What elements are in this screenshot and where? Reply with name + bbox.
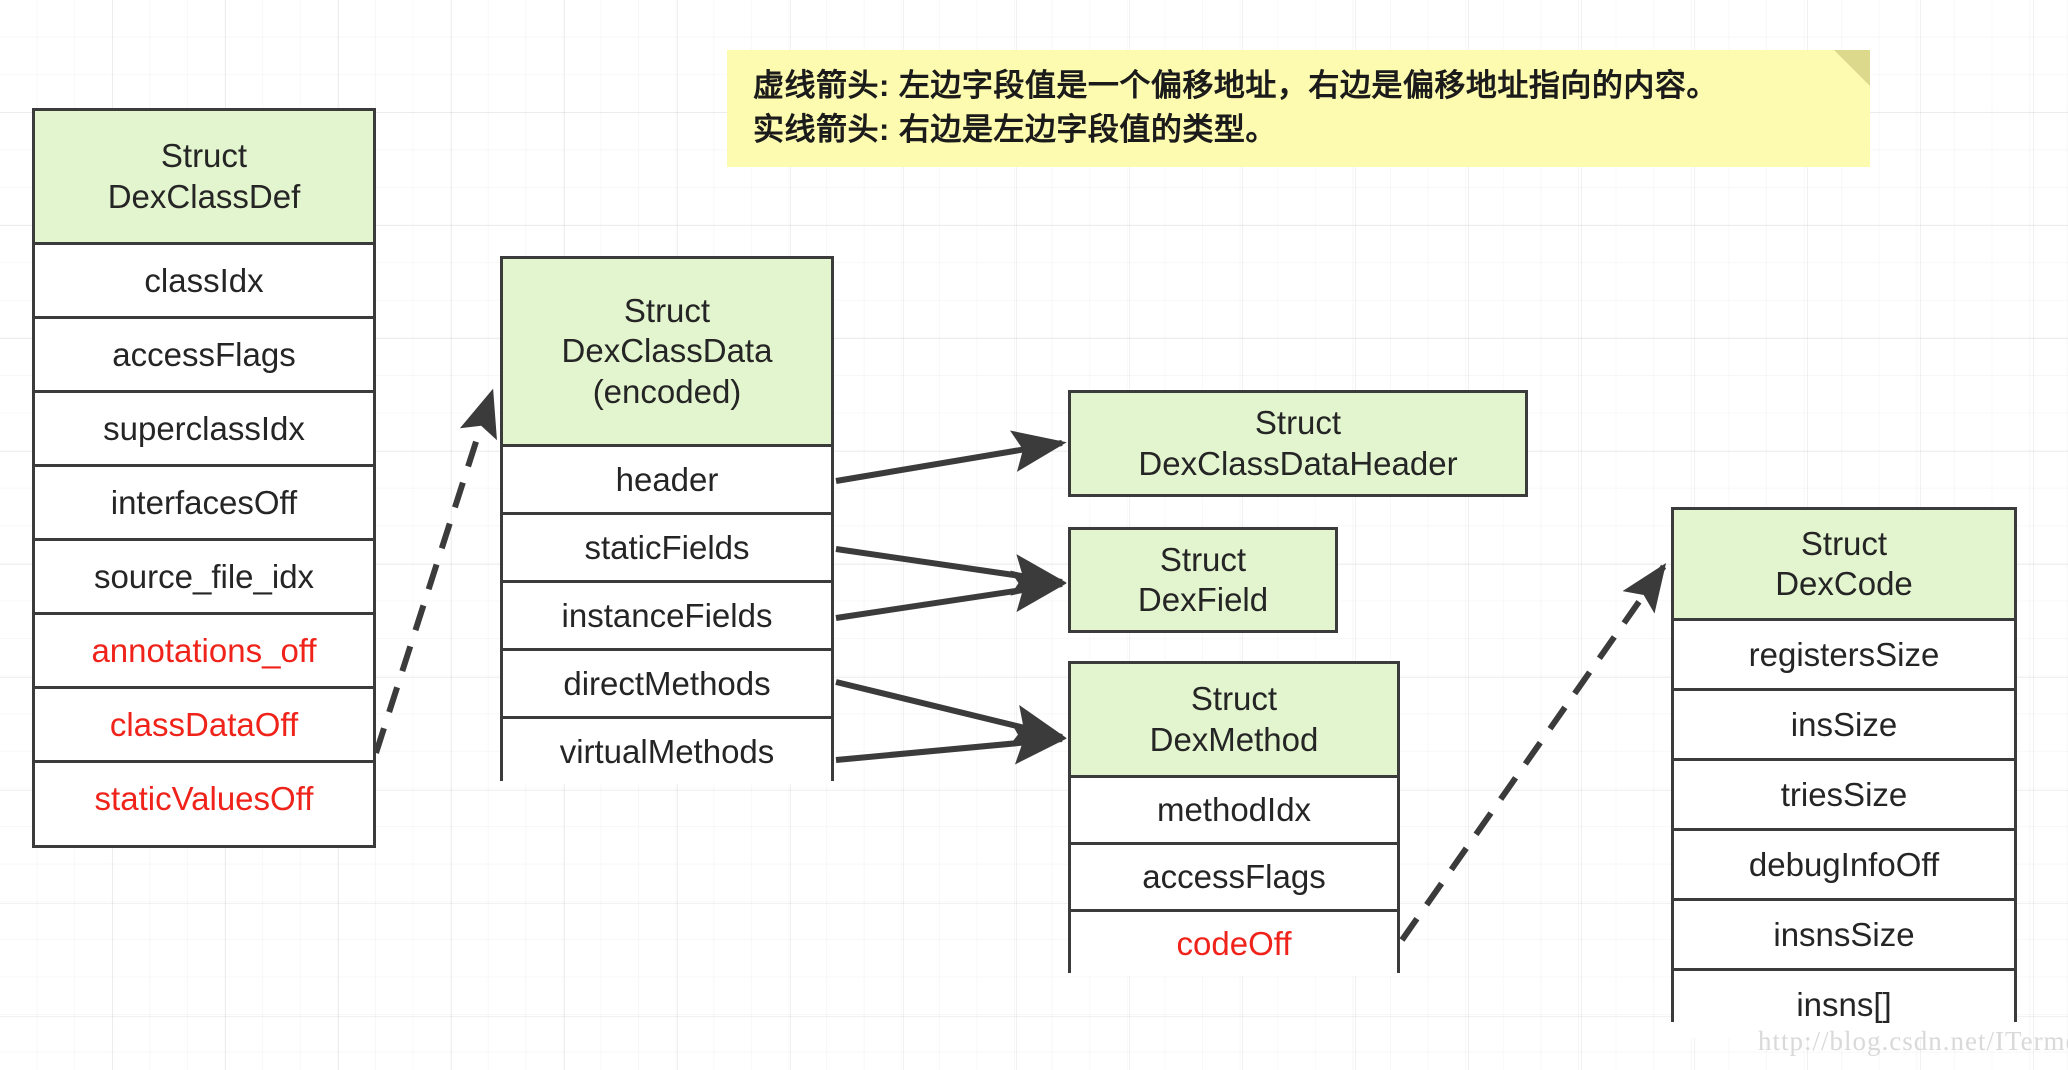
field-methodidx: methodIdx <box>1071 778 1397 845</box>
field-staticfields: staticFields <box>503 515 831 583</box>
field-annotations-off: annotations_off <box>35 615 373 689</box>
field-accessflags: accessFlags <box>35 319 373 393</box>
struct-dexclassdata: Struct DexClassData (encoded) header sta… <box>500 256 834 784</box>
field-header: header <box>503 447 831 515</box>
field-virtualmethods: virtualMethods <box>503 719 831 784</box>
struct-dexcode: Struct DexCode registersSize insSize tri… <box>1671 507 2017 1038</box>
struct-dexmethod: Struct DexMethod methodIdx accessFlags c… <box>1068 661 1400 976</box>
struct-dexfield: Struct DexField <box>1068 527 1338 633</box>
field-interfacesoff: interfacesOff <box>35 467 373 541</box>
diagram-canvas: 虚线箭头: 左边字段值是一个偏移地址，右边是偏移地址指向的内容。 实线箭头: 右… <box>0 0 2068 1070</box>
legend-line-dashed: 虚线箭头: 左边字段值是一个偏移地址，右边是偏移地址指向的内容。 <box>753 68 1718 103</box>
field-directmethods: directMethods <box>503 651 831 719</box>
field-classidx: classIdx <box>35 245 373 319</box>
struct-dexclassdata-title-2: (encoded) <box>592 372 742 410</box>
struct-dexclassdataheader-title-1: DexClassDataHeader <box>1138 444 1458 482</box>
struct-dexclassdataheader: Struct DexClassDataHeader <box>1068 390 1528 497</box>
field-triessize: triesSize <box>1674 761 2014 831</box>
struct-dexmethod-title-1: DexMethod <box>1149 720 1319 758</box>
edge-virtualmethods-to-dexmethod <box>835 722 1067 765</box>
struct-dexcode-header: Struct DexCode <box>1674 510 2014 621</box>
edge-staticfields-to-dexfield <box>835 546 1067 596</box>
struct-dexmethod-title-0: Struct <box>1190 680 1278 718</box>
edge-instancefields-to-dexfield <box>835 570 1067 621</box>
field-instancefields: instanceFields <box>503 583 831 651</box>
struct-dexclassdef-title-0: Struct <box>160 137 248 175</box>
struct-dexclassdef-title-1: DexClassDef <box>107 177 301 215</box>
struct-dexclassdata-header: Struct DexClassData (encoded) <box>503 259 831 447</box>
field-debuginfooff: debugInfoOff <box>1674 831 2014 901</box>
field-registerssize: registersSize <box>1674 621 2014 691</box>
legend-note: 虚线箭头: 左边字段值是一个偏移地址，右边是偏移地址指向的内容。 实线箭头: 右… <box>727 50 1870 167</box>
field-staticvaluesoff: staticValuesOff <box>35 763 373 834</box>
struct-dexclassdata-title-0: Struct <box>623 292 711 330</box>
edge-directmethods-to-dexmethod <box>835 679 1067 746</box>
field-superclassidx: superclassIdx <box>35 393 373 467</box>
struct-dexfield-title-1: DexField <box>1137 581 1269 618</box>
struct-dexcode-title-0: Struct <box>1800 524 1888 562</box>
field-inssize: insSize <box>1674 691 2014 761</box>
legend-line-solid: 实线箭头: 右边是左边字段值的类型。 <box>753 112 1277 148</box>
field-dexmethod-accessflags: accessFlags <box>1071 845 1397 912</box>
edge-classdataoff-to-dexclassdata <box>373 388 497 754</box>
field-source-file-idx: source_file_idx <box>35 541 373 615</box>
struct-dexfield-title-0: Struct <box>1159 540 1247 578</box>
struct-dexcode-title-1: DexCode <box>1775 565 1913 602</box>
struct-dexmethod-header: Struct DexMethod <box>1071 664 1397 778</box>
edge-codeoff-to-dexcode <box>1399 563 1667 942</box>
struct-dexclassdataheader-title-0: Struct <box>1254 404 1342 442</box>
field-codeoff: codeOff <box>1071 912 1397 976</box>
struct-dexclassdef-header: Struct DexClassDef <box>35 111 373 245</box>
edge-header-to-dexclassdataheader <box>835 430 1067 484</box>
note-fold-corner <box>1834 50 1870 86</box>
struct-dexclassdata-title-1: DexClassData <box>561 332 773 370</box>
watermark: http://blog.csdn.net/ITermeng <box>1758 1026 2068 1056</box>
field-classdataoff: classDataOff <box>35 689 373 763</box>
field-insnssize: insnsSize <box>1674 901 2014 971</box>
struct-dexclassdef: Struct DexClassDef classIdx accessFlags … <box>32 108 376 848</box>
legend-note-text: 虚线箭头: 左边字段值是一个偏移地址，右边是偏移地址指向的内容。 实线箭头: 右… <box>753 64 1830 153</box>
